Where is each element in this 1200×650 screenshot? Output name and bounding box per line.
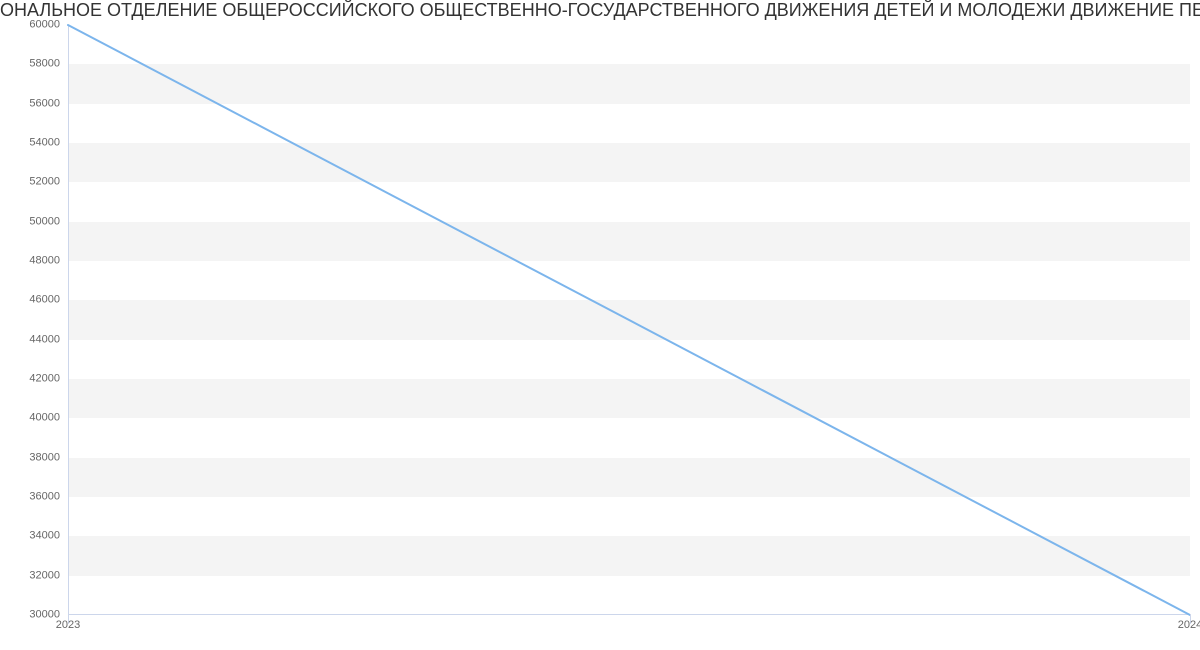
y-tick-label: 46000 [0,295,60,306]
y-tick-label: 60000 [0,20,60,31]
y-tick-label: 56000 [0,98,60,109]
series-path [68,25,1190,615]
x-tick-label: 2024 [1178,620,1200,631]
chart-container: ОНАЛЬНОЕ ОТДЕЛЕНИЕ ОБЩЕРОССИЙСКОГО ОБЩЕС… [0,0,1200,650]
line-series [68,25,1190,615]
y-tick-label: 50000 [0,216,60,227]
y-tick-label: 32000 [0,570,60,581]
y-tick-label: 48000 [0,256,60,267]
y-tick-label: 52000 [0,177,60,188]
x-tick-label: 2023 [56,620,80,631]
chart-title: ОНАЛЬНОЕ ОТДЕЛЕНИЕ ОБЩЕРОССИЙСКОГО ОБЩЕС… [0,0,1200,25]
y-tick-label: 30000 [0,610,60,621]
y-tick-label: 54000 [0,138,60,149]
y-tick-label: 38000 [0,452,60,463]
y-tick-label: 58000 [0,59,60,70]
y-tick-label: 42000 [0,374,60,385]
y-tick-label: 36000 [0,492,60,503]
y-tick-label: 40000 [0,413,60,424]
y-tick-label: 34000 [0,531,60,542]
y-tick-label: 44000 [0,334,60,345]
